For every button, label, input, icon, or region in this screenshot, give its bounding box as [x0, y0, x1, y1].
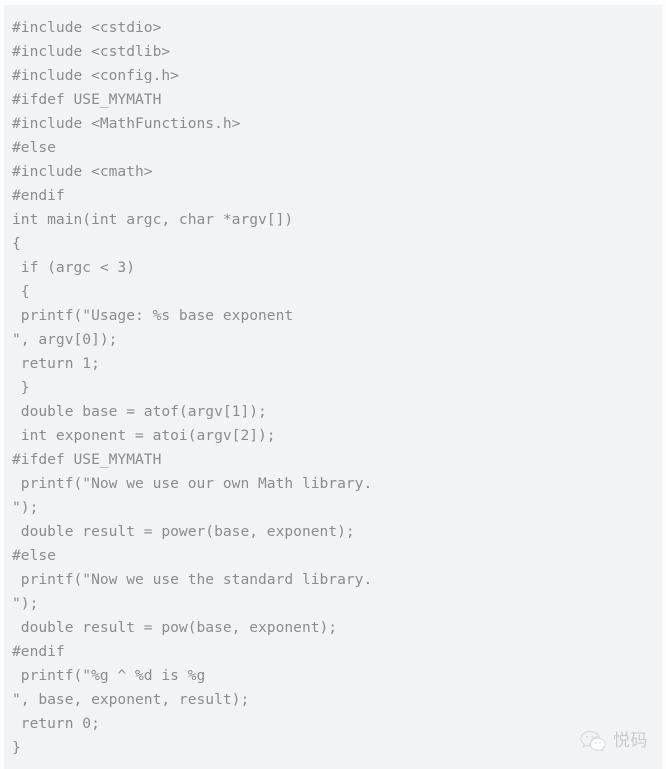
- page-root: #include <cstdio> #include <cstdlib> #incl…: [0, 0, 666, 769]
- code-line: ", base, exponent, result);: [12, 691, 250, 708]
- wechat-icon: [580, 730, 606, 753]
- code-line: ");: [12, 499, 39, 516]
- code-line: int main(int argc, char *argv[]): [12, 211, 294, 228]
- code-line: printf("Now we use the standard library.: [12, 571, 373, 588]
- code-line: #include <cmath>: [12, 163, 153, 180]
- watermark-label: 悦码: [613, 731, 648, 751]
- code-line: #include <cstdio>: [12, 19, 162, 36]
- code-line: #include <config.h>: [12, 67, 179, 84]
- code-line: #else: [12, 139, 56, 156]
- code-line: #endif: [12, 643, 65, 660]
- code-line: #include <cstdlib>: [12, 43, 171, 60]
- code-line: double result = power(base, exponent);: [12, 523, 355, 540]
- code-block-card: #include <cstdio> #include <cstdlib> #incl…: [4, 5, 662, 769]
- code-line: double base = atof(argv[1]);: [12, 403, 267, 420]
- code-line: #endif: [12, 187, 65, 204]
- code-line: #ifdef USE_MYMATH: [12, 91, 162, 108]
- code-line: if (argc < 3): [12, 259, 136, 276]
- code-line: #include <MathFunctions.h>: [12, 115, 241, 132]
- code-line: ");: [12, 595, 39, 612]
- code-line: return 1;: [12, 355, 100, 372]
- code-line: printf("Usage: %s base exponent: [12, 307, 294, 324]
- code-line: int exponent = atoi(argv[2]);: [12, 427, 276, 444]
- code-line: {: [12, 235, 21, 252]
- code-line: {: [12, 283, 30, 300]
- watermark: 悦码: [580, 730, 648, 753]
- code-line: ", argv[0]);: [12, 331, 118, 348]
- code-line: double result = pow(base, exponent);: [12, 619, 338, 636]
- code-line: printf("%g ^ %d is %g: [12, 667, 206, 684]
- code-line: return 0;: [12, 715, 100, 732]
- code-line: #ifdef USE_MYMATH: [12, 451, 162, 468]
- code-line: printf("Now we use our own Math library.: [12, 475, 373, 492]
- code-line: #else: [12, 547, 56, 564]
- code-line: }: [12, 379, 30, 396]
- code-line: }: [12, 739, 21, 756]
- code-listing: #include <cstdio> #include <cstdlib> #incl…: [12, 16, 662, 760]
